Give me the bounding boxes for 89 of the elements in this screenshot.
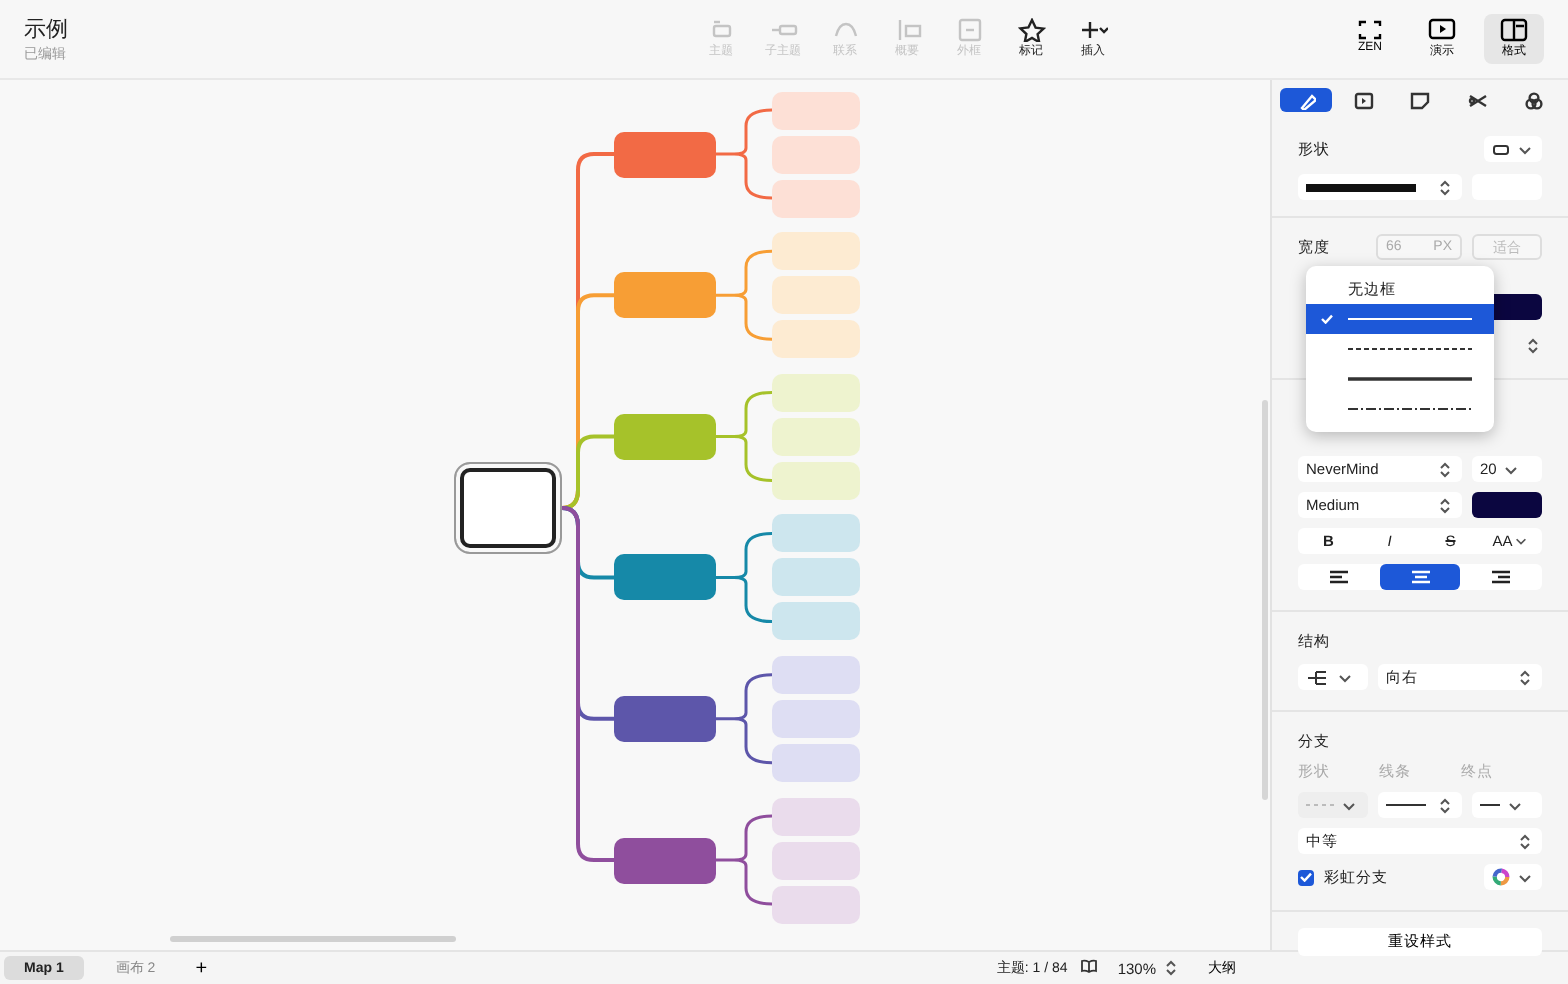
align-right-icon (1492, 570, 1511, 584)
play-icon (1353, 91, 1373, 109)
circles-icon (1524, 91, 1544, 109)
topic-node[interactable] (614, 272, 716, 319)
book-icon[interactable] (1079, 958, 1098, 974)
note-icon (1410, 91, 1430, 109)
bracket-icon (893, 18, 921, 42)
dashed-line-icon (1306, 802, 1334, 808)
line-style-icon (1348, 344, 1472, 354)
line-style-icon (1348, 404, 1472, 414)
caret-icon (1336, 669, 1354, 685)
line-icon (1386, 802, 1426, 808)
caret-icon (1516, 141, 1534, 157)
subtopic-node[interactable] (772, 602, 860, 641)
connector-line (714, 673, 774, 765)
structure-icon (1306, 669, 1330, 685)
subtopic-node[interactable] (772, 232, 860, 271)
subtopic-node[interactable] (772, 276, 860, 315)
dropdown[interactable] (1378, 792, 1462, 818)
subtopic-node[interactable] (772, 885, 860, 923)
topic-icon (707, 18, 735, 42)
stepper-icon (1436, 179, 1454, 195)
star-icon (1017, 18, 1045, 42)
subtopic-node[interactable] (772, 699, 860, 738)
stepper-icon (1162, 960, 1180, 976)
plus-icon (1079, 18, 1107, 42)
stepper-icon (1436, 797, 1454, 813)
dropdown[interactable] (1298, 664, 1368, 690)
subtopic-node[interactable] (772, 743, 860, 782)
connector-line (714, 532, 774, 624)
subtopic-node[interactable] (772, 373, 860, 412)
align-left-icon (1329, 570, 1348, 584)
dropdown[interactable] (1472, 792, 1542, 818)
add-sheet-button[interactable]: + (187, 957, 216, 979)
line-preview-icon (1306, 183, 1416, 191)
stepper-icon (1516, 833, 1534, 849)
align-center-icon (1411, 570, 1429, 584)
dropdown[interactable] (1484, 136, 1542, 162)
checkbox[interactable] (1298, 869, 1314, 885)
stepper-icon (1436, 497, 1454, 513)
topic-node[interactable] (614, 695, 716, 742)
sidebar-icon (1500, 18, 1528, 42)
play-icon (1428, 18, 1456, 42)
stepper-icon (1516, 669, 1534, 685)
topic-node[interactable] (614, 837, 716, 883)
subtopic-node[interactable] (772, 841, 860, 879)
line-icon (1480, 802, 1500, 808)
connector-line (714, 249, 774, 341)
subtopic-node[interactable] (772, 655, 860, 694)
caret-icon (1502, 461, 1521, 477)
align-button[interactable] (1379, 564, 1461, 590)
panel-tab[interactable] (1280, 88, 1332, 112)
scrollbar[interactable] (170, 936, 456, 942)
connector-line (714, 814, 774, 906)
caret-icon (1340, 797, 1358, 813)
rectangle-icon (1492, 141, 1510, 157)
brush-icon (1296, 91, 1316, 109)
topic-node[interactable] (614, 413, 716, 460)
frame-icon (955, 18, 983, 42)
subtopic-node[interactable] (772, 135, 860, 173)
topic-node[interactable] (614, 131, 716, 177)
subtopic-node[interactable] (772, 320, 860, 359)
scissors-icon (1467, 91, 1487, 109)
caret-icon (1506, 797, 1524, 813)
dropdown[interactable] (1298, 174, 1462, 200)
caret-icon (1512, 534, 1531, 548)
fullscreen-icon (1356, 18, 1384, 42)
menu-item[interactable] (1306, 304, 1494, 334)
stepper-icon (1524, 338, 1542, 354)
line-style-icon (1348, 314, 1472, 324)
curve-icon (831, 18, 859, 42)
subtopic-node[interactable] (772, 558, 860, 597)
stepper-icon (1436, 461, 1454, 477)
caret-icon (1516, 869, 1534, 885)
subtopic-node[interactable] (772, 461, 860, 500)
connector-line (714, 390, 774, 482)
subtopic-node[interactable] (772, 514, 860, 553)
checkmark-icon (1318, 314, 1336, 324)
subtopic-node[interactable] (772, 179, 860, 217)
subtopic-node[interactable] (772, 417, 860, 456)
line-style-icon (1348, 374, 1472, 384)
topic-node[interactable] (614, 554, 716, 601)
color-wheel-icon (1492, 868, 1510, 886)
connector-line (714, 108, 774, 200)
subtopic-node[interactable] (772, 797, 860, 835)
subtopic-node[interactable] (772, 91, 860, 129)
document-title: 示例 (24, 16, 70, 44)
root-topic[interactable] (454, 462, 562, 554)
color-swatch[interactable] (1472, 492, 1542, 518)
